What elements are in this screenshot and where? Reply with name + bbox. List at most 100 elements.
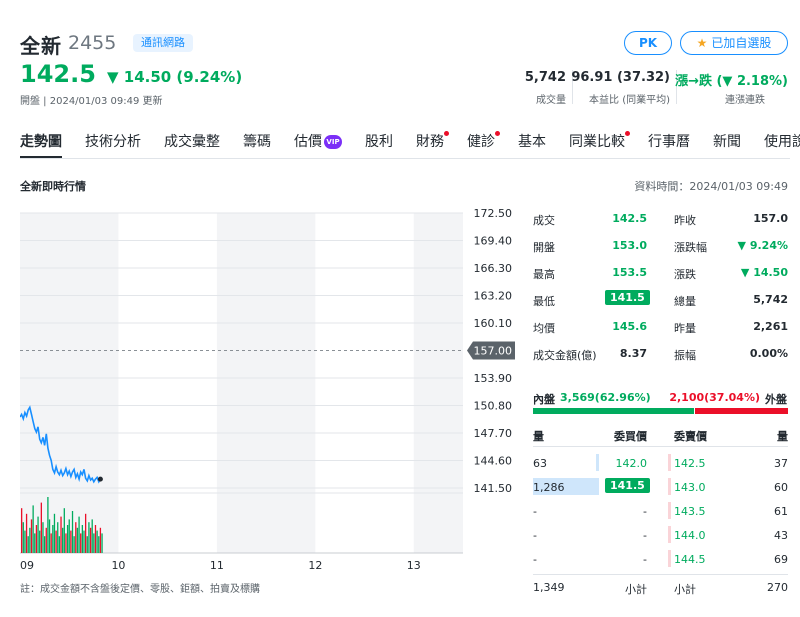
- tab-7[interactable]: 健診: [467, 131, 500, 158]
- data-time: 資料時間：2024/01/03 09:49: [634, 180, 788, 193]
- quote-label: 昨量: [674, 322, 696, 335]
- volume-bar: [66, 525, 69, 553]
- buy-total: 1,349: [533, 581, 565, 594]
- bid-volume: -: [533, 505, 537, 518]
- footnote: 註：成交金額不含盤後定價、零股、鉅額、拍賣及標購: [20, 584, 260, 595]
- section-title: 全新即時行情: [20, 180, 86, 193]
- inner-label: 內盤: [533, 393, 555, 406]
- ask-volume-bar: [668, 454, 671, 471]
- ask-volume-bar: [668, 526, 671, 543]
- watchlist-button[interactable]: ★ 已加自選股: [680, 31, 788, 55]
- tab-6[interactable]: 財務: [416, 131, 449, 158]
- volume-bar: [93, 533, 95, 553]
- tab-label: 財務: [416, 134, 444, 150]
- stock-name: 全新: [20, 34, 62, 58]
- volume-bar: [25, 513, 28, 553]
- book-header-buy-volume: 量: [533, 430, 544, 443]
- y-tick-label: 163.20: [474, 290, 513, 303]
- tab-3[interactable]: 籌碼: [243, 132, 271, 158]
- volume-bar: [89, 527, 92, 553]
- stock-code: 2455: [68, 32, 117, 54]
- stat-streak-label: 連漲連跌: [725, 95, 765, 106]
- volume-bar: [39, 530, 41, 553]
- tab-label: 行事曆: [648, 134, 690, 150]
- price-change: ▼ 14.50 (9.24%): [107, 68, 243, 86]
- hour-band: [216, 213, 316, 553]
- hour-band: [20, 213, 119, 553]
- book-header-sell-volume: 量: [777, 430, 788, 443]
- book-header-bid-price: 委買價: [614, 430, 647, 443]
- tab-9[interactable]: 同業比較: [569, 131, 630, 158]
- y-tick-label: 144.60: [474, 455, 513, 468]
- volume-bar: [29, 527, 31, 553]
- y-tick-label: 160.10: [474, 317, 513, 330]
- tab-8[interactable]: 基本: [518, 132, 546, 158]
- quote-value: 0.00%: [749, 347, 788, 360]
- volume-bar: [70, 530, 72, 553]
- bid-volume: 63: [533, 457, 547, 470]
- quote-label: 振幅: [674, 349, 696, 362]
- volume-bar: [62, 527, 64, 553]
- volume-bar: [34, 533, 36, 553]
- tab-label: 同業比較: [569, 134, 625, 150]
- volume-bar: [45, 527, 47, 553]
- ask-volume-bar: [668, 550, 671, 567]
- bid-volume: -: [533, 529, 537, 542]
- volume-bar: [53, 513, 56, 553]
- buy-total-label: 小計: [625, 583, 647, 596]
- bid-volume: 1,286: [533, 481, 565, 494]
- x-tick-label: 09: [20, 559, 34, 572]
- bid-price: 141.5: [605, 478, 650, 493]
- volume-bar: [78, 516, 80, 553]
- x-tick-label: 10: [111, 559, 125, 572]
- quote-value: ▼ 9.24%: [737, 239, 788, 252]
- sell-total: 270: [767, 581, 788, 594]
- tab-label: 成交彙整: [164, 134, 220, 150]
- notification-dot-icon: [625, 131, 630, 136]
- volume-bar: [98, 536, 100, 553]
- outer-value: 2,100(37.04%): [669, 391, 760, 404]
- tab-11[interactable]: 新聞: [713, 132, 741, 158]
- volume-bar: [43, 536, 46, 553]
- tab-1[interactable]: 技術分析: [85, 132, 141, 158]
- tab-10[interactable]: 行事曆: [648, 132, 690, 158]
- industry-tag[interactable]: 通訊網路: [133, 34, 193, 52]
- ask-volume: 61: [774, 505, 788, 518]
- ask-volume: 37: [774, 457, 788, 470]
- volume-bar: [81, 525, 84, 553]
- volume-bar: [35, 525, 38, 553]
- volume-bar: [40, 502, 42, 553]
- pk-button[interactable]: PK: [624, 31, 672, 55]
- volume-bar: [47, 497, 49, 553]
- tab-12[interactable]: 使用說明: [764, 132, 800, 158]
- tab-0[interactable]: 走勢圖: [20, 132, 62, 158]
- ask-price: 144.0: [674, 529, 706, 542]
- book-divider: [533, 446, 788, 447]
- volume-bar: [21, 508, 23, 553]
- quote-label: 均價: [533, 322, 555, 335]
- watchlist-label: 已加自選股: [711, 36, 772, 50]
- ask-volume: 43: [774, 529, 788, 542]
- intraday-chart[interactable]: 172.50 169.40 166.30 163.20 160.10 157.00 153.…: [20, 205, 520, 575]
- volume-bar: [24, 530, 26, 553]
- notification-dot-icon: [444, 131, 449, 136]
- tab-divider: [20, 158, 790, 159]
- tab-2[interactable]: 成交彙整: [164, 132, 220, 158]
- volume-bar: [57, 522, 59, 553]
- volume-bar: [32, 505, 34, 553]
- x-tick-label: 11: [210, 559, 224, 572]
- x-tick-label: 13: [407, 559, 421, 572]
- last-price-dot: [97, 476, 103, 482]
- quote-label: 成交: [533, 214, 555, 227]
- y-tick-label: 169.40: [474, 235, 513, 248]
- volume-bar: [80, 533, 82, 553]
- quote-label: 漲跌幅: [674, 241, 707, 254]
- tab-4[interactable]: 估價 VIP: [294, 132, 342, 158]
- volume-bar: [88, 522, 90, 553]
- volume-bar: [96, 530, 98, 553]
- quote-value: 153.5: [612, 266, 647, 279]
- tab-5[interactable]: 股利: [365, 132, 393, 158]
- volume-bar: [58, 536, 61, 553]
- volume-bar: [42, 522, 44, 553]
- update-time: 開盤 | 2024/01/03 09:49 更新: [20, 96, 163, 107]
